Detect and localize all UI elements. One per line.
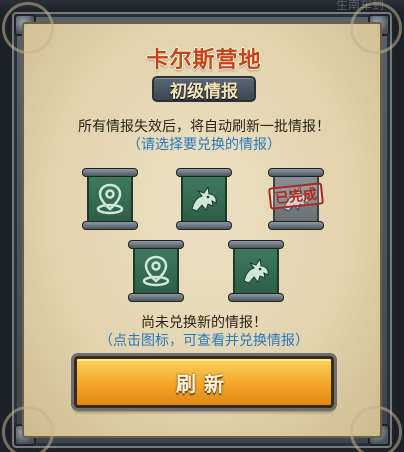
intel-scroll-location-2[interactable]: [128, 240, 184, 302]
corner-ornament: [350, 406, 402, 452]
scroll-paper: [233, 247, 279, 295]
refresh-button-label: 刷新: [176, 371, 232, 396]
intel-scroll-monster-1[interactable]: [176, 168, 232, 230]
parchment-panel: 卡尔斯营地 初级情报 所有情报失效后，将自动刷新一批情报！ （请选择要兑换的情报…: [2, 2, 402, 452]
scroll-rod: [128, 293, 184, 302]
click-hint: （点击图标，可查看并兑换情报）: [99, 333, 309, 349]
intel-scroll-location-1[interactable]: [82, 168, 138, 230]
scroll-paper: [133, 247, 179, 295]
select-hint: （请选择要兑换的情报）: [127, 137, 281, 153]
corner-ornament: [2, 406, 54, 452]
scroll-rod: [176, 168, 232, 177]
intel-scroll-monster-2[interactable]: [228, 240, 284, 302]
scroll-rod: [268, 221, 324, 230]
scroll-rod: [82, 221, 138, 230]
panel-title: 卡尔斯营地: [146, 48, 262, 73]
map-pin-icon: [96, 183, 124, 215]
not-exchanged-notice: 尚未兑换新的情报！: [141, 315, 267, 331]
scroll-rod: [228, 240, 284, 249]
scroll-rod: [176, 221, 232, 230]
scroll-rod: [268, 168, 324, 177]
dragon-icon: [243, 257, 269, 284]
map-pin-icon: [142, 255, 170, 287]
scroll-paper: [181, 175, 227, 223]
auto-refresh-info: 所有情报失效后，将自动刷新一批情报！: [78, 119, 330, 135]
scroll-paper: [87, 175, 133, 223]
intel-scroll-completed[interactable]: 已完成: [267, 168, 325, 230]
scroll-rod: [228, 293, 284, 302]
scroll-rod: [128, 240, 184, 249]
scroll-rod: [82, 168, 138, 177]
panel-subtitle: 初级情报: [170, 81, 238, 102]
subtitle-badge: 初级情报: [152, 76, 256, 102]
refresh-button[interactable]: 刷新: [74, 356, 334, 408]
dragon-icon: [191, 185, 217, 212]
